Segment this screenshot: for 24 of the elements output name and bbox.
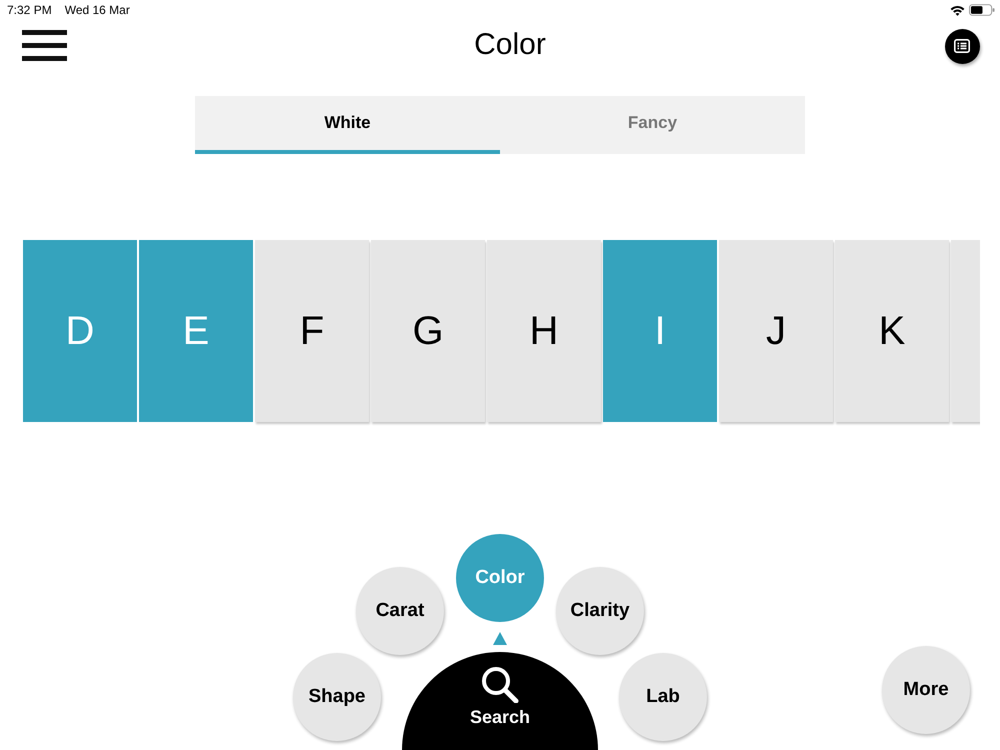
search-button[interactable]: Search	[402, 652, 598, 750]
list-icon	[954, 39, 970, 53]
more-button[interactable]: More	[882, 646, 970, 734]
color-grade-tile[interactable]: F	[255, 240, 369, 422]
menu-button[interactable]	[22, 30, 67, 60]
color-grade-tile[interactable]: G	[371, 240, 485, 422]
pointer-icon	[493, 632, 507, 645]
search-filter-button[interactable]: Clarity	[556, 567, 644, 655]
list-button[interactable]	[944, 28, 980, 64]
search-filter-button[interactable]: Carat	[356, 567, 444, 655]
color-grade-tile[interactable]: H	[487, 240, 601, 422]
color-grade-tile[interactable]: K	[835, 240, 949, 422]
status-date: Wed 16 Mar	[64, 3, 130, 17]
status-time: 7:32 PM	[7, 3, 52, 17]
search-filter-button[interactable]: Shape	[293, 653, 381, 741]
wifi-icon	[950, 4, 965, 16]
color-grade-tile[interactable]: J	[719, 240, 833, 422]
page-title: Color	[474, 28, 546, 62]
battery-icon	[969, 4, 995, 16]
search-icon	[481, 666, 519, 703]
tab[interactable]: Fancy	[500, 96, 805, 154]
search-filter-button[interactable]: Lab	[619, 653, 707, 741]
menu-icon	[22, 30, 67, 60]
tab[interactable]: White	[195, 96, 500, 154]
